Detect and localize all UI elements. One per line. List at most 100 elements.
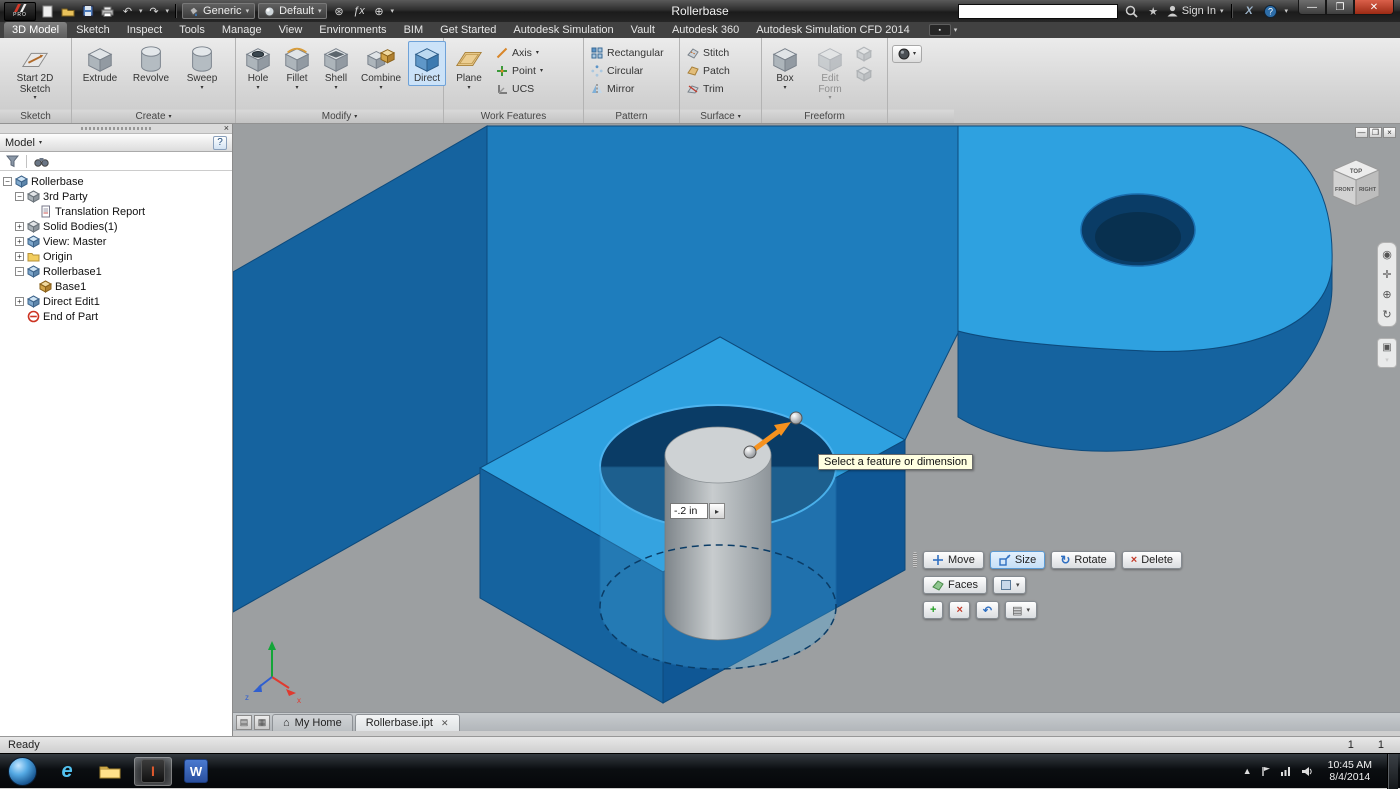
stitch-button[interactable]: Stitch xyxy=(684,45,733,60)
selection-filter-button[interactable]: ▾ xyxy=(993,576,1027,594)
axis-button[interactable]: Axis ▾ xyxy=(493,45,546,60)
direct-button[interactable]: Direct xyxy=(408,41,446,86)
search-input[interactable] xyxy=(958,4,1118,19)
tree-item-3rd-party[interactable]: − 3rd Party xyxy=(0,189,232,204)
tab-vault[interactable]: Vault xyxy=(623,22,663,38)
show-hidden-icons[interactable]: ▲ xyxy=(1243,766,1252,776)
tree-item-translation-report[interactable]: Translation Report xyxy=(0,204,232,219)
taskbar-word[interactable]: W xyxy=(177,757,215,786)
freeform-tool-icon[interactable] xyxy=(856,66,872,82)
new-file-icon[interactable] xyxy=(39,3,56,20)
tab-inspect[interactable]: Inspect xyxy=(119,22,170,38)
tab-close-icon[interactable]: ✕ xyxy=(441,718,449,729)
app-menu-button[interactable]: PRO xyxy=(4,2,36,21)
chevron-down-icon[interactable]: ▾ xyxy=(954,26,958,34)
expand-icon[interactable]: + xyxy=(15,252,24,261)
ribbon-display-toggle[interactable]: ▪ xyxy=(929,24,951,36)
find-binoculars-icon[interactable] xyxy=(34,155,49,167)
thumbnail-view-icon[interactable]: ▦ xyxy=(254,715,270,730)
collapse-icon[interactable]: − xyxy=(15,192,24,201)
look-at-icon[interactable]: ▣ xyxy=(1382,342,1391,353)
dimension-flyout-icon[interactable]: ▸ xyxy=(709,503,725,519)
manipulator-handle-sphere[interactable] xyxy=(790,412,802,424)
tab-autodesk-simulation-cfd[interactable]: Autodesk Simulation CFD 2014 xyxy=(748,22,917,38)
chevron-down-icon[interactable]: ▾ xyxy=(1284,7,1288,15)
orbit-icon[interactable]: ↻ xyxy=(1382,308,1391,321)
tree-item-view-master[interactable]: + View: Master xyxy=(0,234,232,249)
rectangular-pattern-button[interactable]: Rectangular xyxy=(588,45,667,60)
box-button[interactable]: Box ▾ xyxy=(766,41,804,92)
delete-button[interactable]: × Delete xyxy=(1122,551,1182,569)
tab-environments[interactable]: Environments xyxy=(311,22,394,38)
tab-sketch[interactable]: Sketch xyxy=(68,22,118,38)
exchange-apps-icon[interactable]: X xyxy=(1240,3,1257,20)
doc-restore-icon[interactable]: ❐ xyxy=(1369,127,1382,138)
tree-item-end-of-part[interactable]: End of Part xyxy=(0,309,232,324)
window-maximize-button[interactable]: ❐ xyxy=(1326,0,1354,15)
sweep-button[interactable]: Sweep ▾ xyxy=(178,41,226,92)
cancel-button[interactable]: × xyxy=(949,601,969,619)
tab-autodesk-360[interactable]: Autodesk 360 xyxy=(664,22,747,38)
extrude-button[interactable]: Extrude xyxy=(76,41,124,86)
graphics-viewport[interactable]: x z TOP FRONT RIGHT — ❐ × ◉ ✛ ⊕ ↻ ▣ ▾ Se… xyxy=(233,124,1400,712)
taskbar-clock[interactable]: 10:45 AM 8/4/2014 xyxy=(1322,759,1378,784)
browser-header[interactable]: Model ▾ ? xyxy=(0,133,232,152)
measure-icon[interactable]: ⊕ xyxy=(370,3,387,20)
circular-pattern-button[interactable]: Circular xyxy=(588,63,667,78)
save-icon[interactable] xyxy=(79,3,96,20)
redo-dropdown-icon[interactable]: ▾ xyxy=(166,7,170,15)
taskbar-internet-explorer[interactable]: e xyxy=(48,757,86,786)
material-dropdown[interactable]: Generic ▾ xyxy=(182,3,255,19)
fillet-button[interactable]: Fillet ▾ xyxy=(279,41,315,92)
apply-button[interactable]: + xyxy=(923,601,943,619)
part-wall-left-face[interactable] xyxy=(233,126,487,612)
tree-item-rollerbase[interactable]: − Rollerbase xyxy=(0,174,232,189)
freeform-tool-icon[interactable] xyxy=(856,46,872,62)
hole-button[interactable]: Hole ▾ xyxy=(240,41,276,92)
tab-my-home[interactable]: ⌂ My Home xyxy=(272,714,353,731)
tree-item-solid-bodies[interactable]: + Solid Bodies(1) xyxy=(0,219,232,234)
help-icon[interactable]: ? xyxy=(213,136,227,150)
patch-button[interactable]: Patch xyxy=(684,63,733,78)
redo-icon[interactable]: ↷ xyxy=(146,3,163,20)
collapse-icon[interactable]: − xyxy=(15,267,24,276)
tab-get-started[interactable]: Get Started xyxy=(432,22,504,38)
start-2d-sketch-button[interactable]: Start 2D Sketch ▾ xyxy=(4,41,66,102)
action-center-flag-icon[interactable] xyxy=(1261,766,1271,777)
window-minimize-button[interactable]: — xyxy=(1298,0,1326,15)
view-cube[interactable]: TOP FRONT RIGHT xyxy=(1333,160,1379,206)
revolve-button[interactable]: Revolve xyxy=(127,41,175,86)
expand-icon[interactable]: + xyxy=(15,222,24,231)
tree-item-direct-edit1[interactable]: + Direct Edit1 xyxy=(0,294,232,309)
plane-button[interactable]: Plane ▾ xyxy=(448,41,490,92)
doc-close-icon[interactable]: × xyxy=(1383,127,1396,138)
taskbar-file-explorer[interactable] xyxy=(91,757,129,786)
search-icon[interactable] xyxy=(1123,3,1140,20)
point-button[interactable]: Point ▾ xyxy=(493,63,546,78)
tab-manage[interactable]: Manage xyxy=(214,22,270,38)
tree-item-base1[interactable]: Base1 xyxy=(0,279,232,294)
tab-autodesk-simulation[interactable]: Autodesk Simulation xyxy=(505,22,621,38)
tab-tools[interactable]: Tools xyxy=(171,22,213,38)
tile-view-icon[interactable]: ▤ xyxy=(236,715,252,730)
browser-close-icon[interactable]: × xyxy=(224,123,229,133)
move-button[interactable]: Move xyxy=(923,551,984,569)
appearance-override-dropdown[interactable]: ▾ xyxy=(892,45,922,63)
chevron-down-icon[interactable]: ▾ xyxy=(1385,356,1389,364)
expand-icon[interactable]: + xyxy=(15,237,24,246)
filter-icon[interactable] xyxy=(6,155,19,168)
manipulator-handle-sphere[interactable] xyxy=(744,446,756,458)
chevron-down-icon[interactable]: ▾ xyxy=(390,7,394,15)
options-button[interactable]: ▤ ▾ xyxy=(1005,601,1037,619)
mirror-button[interactable]: Mirror xyxy=(588,81,667,96)
volume-icon[interactable] xyxy=(1301,766,1313,777)
steering-wheel-icon[interactable]: ◉ xyxy=(1382,248,1392,261)
print-icon[interactable] xyxy=(99,3,116,20)
collapse-icon[interactable]: − xyxy=(3,177,12,186)
combine-button[interactable]: Combine ▾ xyxy=(357,41,405,92)
tab-rollerbase-ipt[interactable]: Rollerbase.ipt ✕ xyxy=(355,714,460,731)
doc-minimize-icon[interactable]: — xyxy=(1355,127,1368,138)
tree-item-rollerbase1[interactable]: − Rollerbase1 xyxy=(0,264,232,279)
taskbar-inventor[interactable]: I xyxy=(134,757,172,786)
faces-button[interactable]: Faces xyxy=(923,576,987,594)
